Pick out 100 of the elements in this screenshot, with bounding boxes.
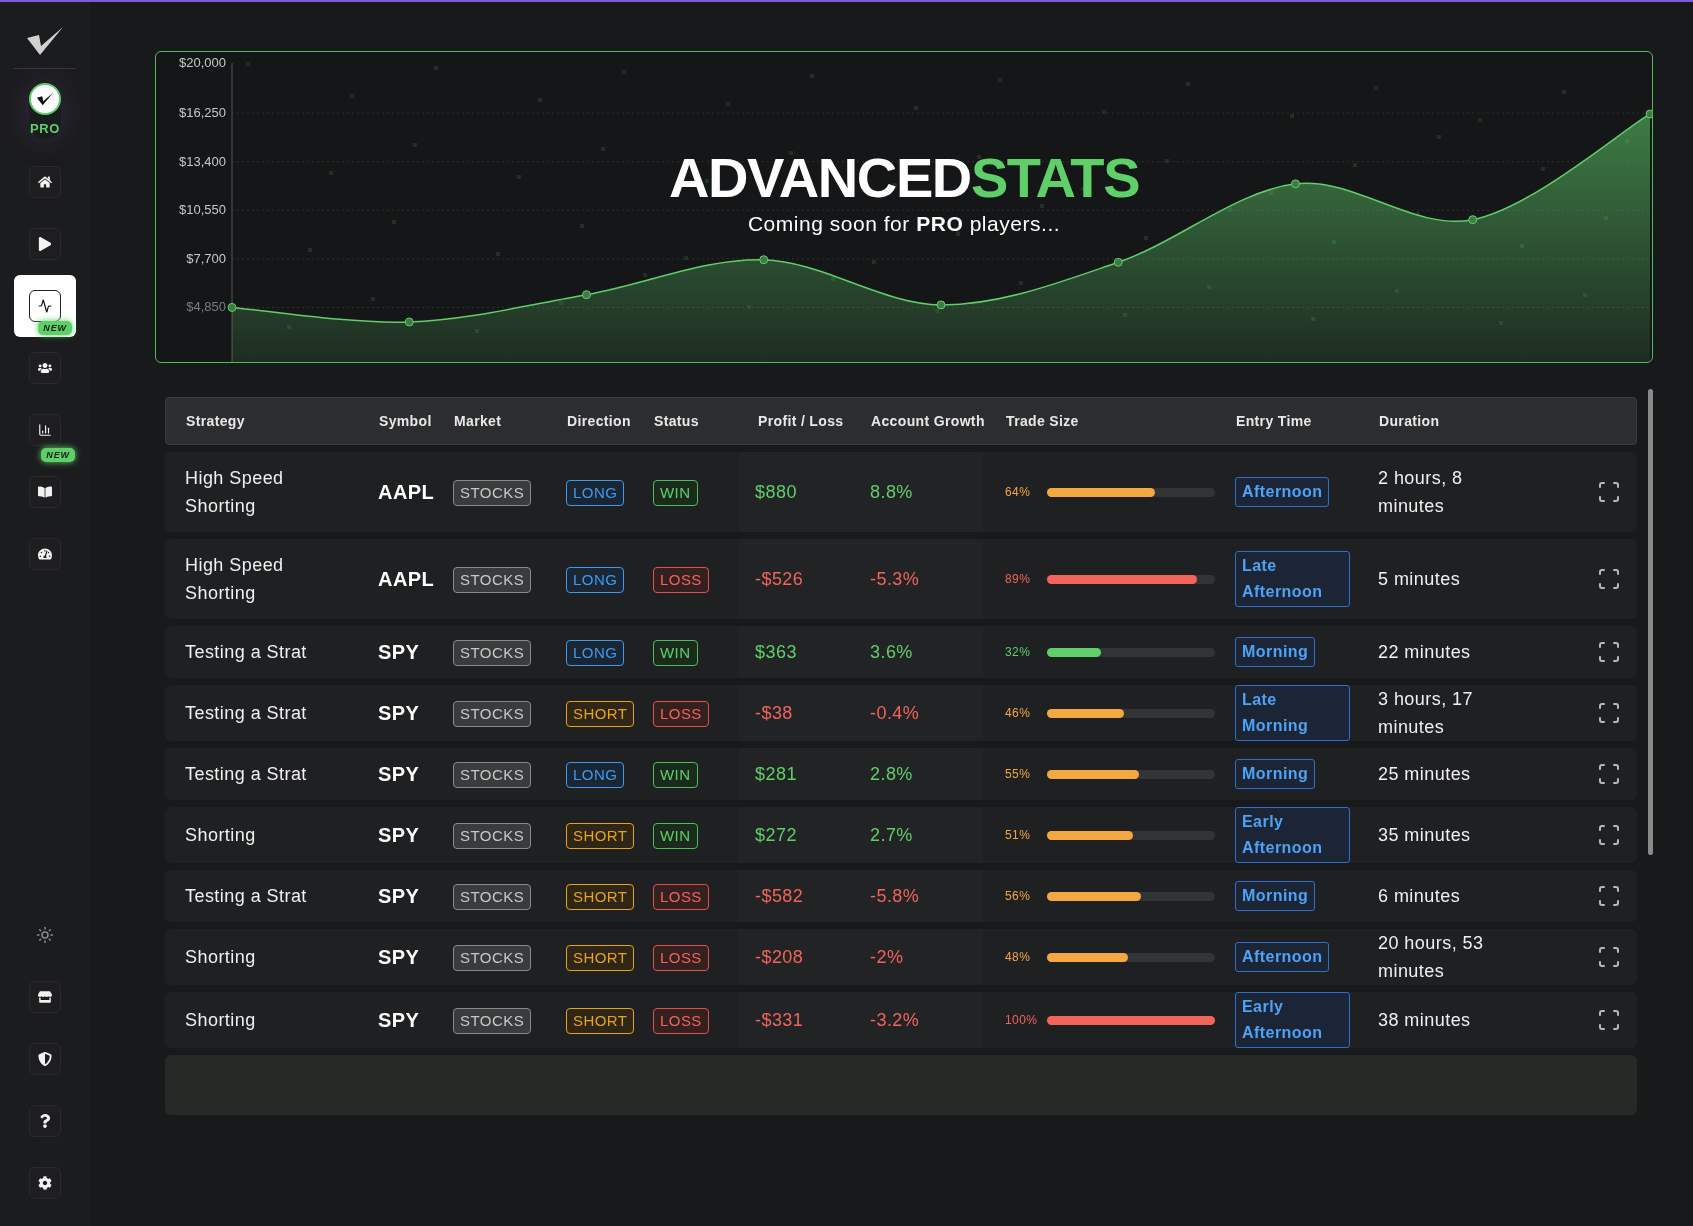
data-point	[759, 255, 769, 265]
table-row[interactable]: Shorting SPY STOCKS SHORT WIN $272 2.7% 51% Early Afternoon 35 minutes	[165, 807, 1637, 863]
banner-title: ADVANCEDSTATS	[668, 148, 1140, 208]
data-point	[1645, 109, 1652, 119]
expand-button[interactable]	[1596, 884, 1621, 908]
table-row[interactable]: Testing a Strat SPY STOCKS LONG WIN $363 3.6% 32% Morning 22 minutes	[165, 626, 1637, 678]
column-header: Entry Time	[1235, 411, 1313, 431]
nav-button[interactable]	[29, 413, 61, 446]
scrollbar[interactable]	[1648, 389, 1653, 855]
nav-button[interactable]	[29, 289, 61, 322]
account-growth-cell-text: -2%	[870, 945, 904, 969]
y-axis-label: $20,000	[179, 55, 226, 70]
column-header: Symbol	[379, 411, 433, 431]
direction-tag: LONG	[566, 566, 625, 593]
gauge-icon	[38, 546, 52, 561]
profit-loss-cell-text: -$331	[755, 1008, 804, 1032]
strategy-cell-text: Shorting	[185, 946, 257, 969]
trade-size-percent: 100%	[1005, 1012, 1035, 1029]
y-axis-label: $16,250	[179, 105, 226, 121]
table-row[interactable]: Testing a Strat SPY STOCKS SHORT LOSS -$38 -0.4% 46% Late Morning 3 hours, 17 minutes	[165, 685, 1637, 741]
expand-button[interactable]	[1596, 762, 1621, 786]
column-header: Account Growth	[870, 411, 984, 431]
direction-tag: SHORT	[566, 883, 635, 910]
expand-button[interactable]	[1596, 945, 1621, 969]
symbol-cell-text: SPY	[378, 1008, 421, 1033]
table-row[interactable]: High Speed Shorting AAPL STOCKS LONG WIN $880 8.8% 64% Afternoon 2 hours, 8 minutes	[165, 452, 1637, 532]
account-growth-cell-text: -3.2%	[870, 1008, 920, 1032]
direction-tag: LONG	[566, 761, 625, 788]
column-header: Profit / Loss	[757, 411, 845, 431]
market-tag: STOCKS	[453, 700, 532, 727]
profit-loss-cell-text: -$526	[755, 567, 804, 591]
y-axis-label: $7,700	[186, 250, 226, 266]
entry-time-tag: Morning	[1235, 637, 1316, 667]
table-row[interactable]: Testing a Strat SPY STOCKS SHORT LOSS -$582 -5.8% 56% Morning 6 minutes	[165, 870, 1637, 922]
nav-button[interactable]	[29, 227, 61, 260]
nav-button[interactable]	[29, 1105, 61, 1137]
symbol-cell-text: AAPL	[378, 567, 436, 592]
account-growth-cell-text: -5.8%	[870, 884, 920, 908]
strategy-cell-text: Testing a Strat	[185, 641, 308, 664]
entry-time-tag: Afternoon	[1235, 942, 1330, 972]
market-tag: STOCKS	[453, 639, 532, 666]
y-axis-label: $10,550	[179, 202, 226, 218]
direction-tag: SHORT	[566, 944, 635, 971]
nav-button[interactable]	[29, 1043, 61, 1075]
market-tag: STOCKS	[453, 479, 532, 506]
trade-size-percent: 56%	[1005, 888, 1032, 905]
y-axis-label: $4,850	[186, 299, 226, 315]
data-point	[227, 302, 237, 312]
entry-time-tag: Early Afternoon	[1235, 992, 1350, 1048]
column-header: Duration	[1379, 411, 1441, 431]
new-badge: NEW	[41, 447, 75, 462]
data-point	[936, 300, 946, 310]
entry-time-tag: Late Afternoon	[1235, 551, 1350, 607]
expand-button[interactable]	[1596, 480, 1621, 504]
strategy-cell-text: High Speed Shorting	[185, 467, 285, 518]
nav-button[interactable]	[29, 351, 61, 384]
table-row[interactable]: Shorting SPY STOCKS SHORT LOSS -$331 -3.2% 100% Early Afternoon 38 minutes	[165, 992, 1637, 1048]
table-row[interactable]: High Speed Shorting AAPL STOCKS LONG LOSS -$526 -5.3% 89% Late Afternoon 5 minutes	[165, 539, 1637, 619]
expand-button[interactable]	[1596, 701, 1621, 725]
account-growth-cell-text: -5.3%	[870, 567, 920, 591]
book-icon	[38, 484, 52, 499]
profit-loss-cell-text: $272	[755, 823, 797, 847]
strategy-cell-text: Testing a Strat	[185, 702, 308, 725]
column-header: Trade Size	[1005, 411, 1080, 431]
expand-button[interactable]	[1596, 567, 1621, 591]
nav-button[interactable]	[29, 475, 61, 508]
nav-button[interactable]	[29, 537, 61, 570]
duration-cell-text: 6 minutes	[1378, 885, 1462, 908]
trade-size-percent: 51%	[1005, 827, 1032, 844]
pulse-line-icon	[38, 298, 52, 313]
duration-cell-text: 2 hours, 8 minutes	[1378, 467, 1464, 518]
expand-button[interactable]	[1596, 1008, 1621, 1032]
expand-button[interactable]	[1596, 640, 1621, 664]
pro-avatar[interactable]	[29, 83, 61, 115]
nav-button[interactable]	[29, 165, 61, 198]
table-row[interactable]: Shorting SPY STOCKS SHORT LOSS -$208 -2% 48% Afternoon 20 hours, 53 minutes	[165, 929, 1637, 985]
expand-button[interactable]	[1596, 823, 1621, 847]
duration-cell-text: 38 minutes	[1378, 1009, 1472, 1032]
data-point	[582, 290, 591, 300]
settings-icon	[38, 1176, 52, 1190]
entry-time-tag: Morning	[1235, 881, 1316, 911]
duration-cell-text: 35 minutes	[1378, 824, 1472, 847]
nav-button[interactable]	[29, 981, 61, 1013]
trade-size-percent: 89%	[1005, 571, 1032, 588]
symbol-cell-text: AAPL	[378, 480, 436, 505]
entry-time-tag: Late Morning	[1235, 685, 1350, 741]
trade-size-percent: 32%	[1005, 644, 1032, 661]
symbol-cell-text: SPY	[378, 945, 421, 970]
table-row[interactable]: Testing a Strat SPY STOCKS LONG WIN $281 2.8% 55% Morning 25 minutes	[165, 748, 1637, 800]
symbol-cell-text: SPY	[378, 884, 421, 909]
duration-cell-text: 25 minutes	[1378, 763, 1472, 786]
account-growth-cell-text: 2.7%	[870, 823, 913, 847]
status-tag: WIN	[653, 761, 698, 788]
direction-tag: SHORT	[566, 700, 635, 727]
sun-icon[interactable]	[36, 926, 54, 944]
duration-cell-text: 3 hours, 17 minutes	[1378, 688, 1474, 739]
nav-button[interactable]	[29, 1167, 61, 1199]
direction-tag: SHORT	[566, 1007, 635, 1034]
direction-tag: LONG	[566, 479, 625, 506]
market-tag: STOCKS	[453, 822, 532, 849]
